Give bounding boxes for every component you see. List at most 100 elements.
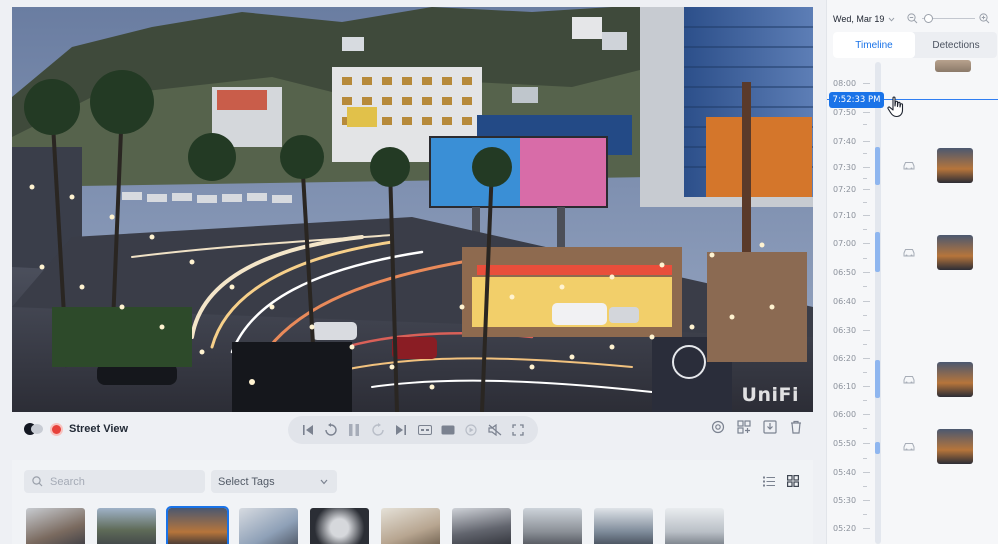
date-picker[interactable]: Wed, Mar 19	[833, 14, 895, 24]
delete-icon[interactable]	[789, 420, 803, 439]
timeline-tick	[863, 243, 870, 244]
hour-label: 08:00	[833, 79, 857, 88]
hour-label: 07:30	[833, 163, 857, 172]
hour-label: 07:00	[833, 239, 857, 248]
playhead-time[interactable]: 7:52:33 PM	[829, 92, 884, 108]
timeline-tick	[863, 301, 870, 302]
rewind-10-icon[interactable]	[322, 421, 340, 439]
timeline-scrubber[interactable]: 08:00 07:50 07:40 07:30 07:20 07:10 07:0…	[827, 60, 998, 544]
camera-thumbnail[interactable]	[310, 508, 369, 544]
timeline-tick	[863, 258, 867, 259]
event-thumbnail[interactable]	[937, 362, 973, 397]
camera-thumbnail[interactable]	[26, 508, 85, 544]
pause-icon[interactable]	[345, 421, 363, 439]
hour-label: 05:50	[833, 439, 857, 448]
timeline-rail	[875, 62, 881, 544]
smart-detect-icon[interactable]	[711, 420, 725, 439]
speed-icon[interactable]	[462, 421, 480, 439]
timeline-tick	[863, 167, 870, 168]
timeline-tick	[863, 124, 867, 125]
camera-thumbnail[interactable]	[381, 508, 440, 544]
detection-event[interactable]	[903, 148, 973, 183]
zoom-slider[interactable]	[922, 14, 975, 23]
layout-icon[interactable]	[737, 420, 751, 439]
chevron-down-icon	[320, 479, 328, 484]
skip-back-icon[interactable]	[299, 421, 317, 439]
search-field[interactable]: Search	[24, 470, 205, 493]
hour-label: 06:50	[833, 268, 857, 277]
video-player[interactable]: UniFi	[12, 7, 813, 412]
hour-label: 06:20	[833, 354, 857, 363]
unifi-watermark: UniFi	[741, 384, 799, 406]
recording-segment[interactable]	[875, 232, 880, 272]
detection-event[interactable]	[903, 362, 973, 397]
timeline-tick	[863, 428, 867, 429]
hour-label: 06:40	[833, 297, 857, 306]
clip-browser: Search Select Tags	[12, 460, 813, 544]
timeline-tick	[863, 386, 870, 387]
camera-thumbnail[interactable]	[97, 508, 156, 544]
hour-label: 07:20	[833, 185, 857, 194]
timeline-tick	[863, 286, 867, 287]
recording-segment[interactable]	[875, 360, 880, 398]
camera-indicator: Street View	[24, 422, 128, 436]
event-thumbnail[interactable]	[937, 148, 973, 183]
camera-thumbnail[interactable]	[239, 508, 298, 544]
recording-segment[interactable]	[875, 147, 880, 185]
event-thumbnail[interactable]	[937, 429, 973, 464]
timeline-tick	[863, 330, 870, 331]
fullscreen-icon[interactable]	[509, 421, 527, 439]
hour-label: 07:10	[833, 211, 857, 220]
skip-forward-icon[interactable]	[392, 421, 410, 439]
tag-select[interactable]: Select Tags	[211, 470, 337, 493]
tab-timeline[interactable]: Timeline	[833, 32, 915, 58]
timeline-tick	[863, 500, 870, 501]
event-thumbnail[interactable]	[935, 60, 971, 72]
timeline-tick	[863, 315, 867, 316]
vehicle-icon	[903, 443, 915, 451]
event-thumbnail[interactable]	[937, 235, 973, 270]
player-controls: Street View	[12, 414, 813, 446]
hour-label: 05:30	[833, 496, 857, 505]
recording-segment[interactable]	[875, 442, 880, 454]
zoom-slider-handle[interactable]	[924, 14, 933, 23]
recording-dot-icon	[52, 424, 61, 434]
tag-select-placeholder: Select Tags	[218, 475, 275, 488]
list-view-icon[interactable]	[763, 474, 775, 492]
clip-tools	[711, 420, 803, 439]
grid-view-icon[interactable]	[787, 474, 800, 492]
timeline-tick	[863, 414, 870, 415]
chevron-down-icon	[888, 17, 895, 22]
vehicle-icon	[903, 249, 915, 257]
forward-10-icon[interactable]	[369, 421, 387, 439]
timeline-tick	[863, 153, 867, 154]
detection-event[interactable]	[903, 429, 973, 464]
camera-thumbnail[interactable]	[665, 508, 724, 544]
tab-detections[interactable]: Detections	[915, 32, 997, 58]
hour-label: 06:00	[833, 410, 857, 419]
transport-controls	[288, 416, 538, 444]
timeline-tick	[863, 178, 867, 179]
hour-label: 06:30	[833, 326, 857, 335]
hand-cursor-icon	[887, 96, 904, 118]
zoom-out-icon[interactable]	[907, 13, 918, 24]
timeline-tick	[863, 215, 870, 216]
view-switcher	[763, 474, 800, 492]
camera-thumbnail[interactable]	[523, 508, 582, 544]
camera-thumbnail[interactable]	[594, 508, 653, 544]
timeline-tick	[863, 472, 870, 473]
download-icon[interactable]	[763, 420, 777, 439]
hour-label: 07:40	[833, 137, 857, 146]
captions-icon[interactable]	[416, 421, 434, 439]
camera-thumbnail[interactable]	[166, 506, 229, 544]
timeline-tick	[863, 112, 870, 113]
zoom-in-icon[interactable]	[979, 13, 990, 24]
quality-icon[interactable]	[439, 421, 457, 439]
search-placeholder: Search	[50, 475, 85, 488]
search-icon	[32, 476, 43, 487]
timeline-tick	[863, 514, 867, 515]
mute-icon[interactable]	[486, 421, 504, 439]
camera-toggle-icon[interactable]	[24, 422, 44, 436]
detection-event[interactable]	[903, 235, 973, 270]
camera-thumbnail[interactable]	[452, 508, 511, 544]
